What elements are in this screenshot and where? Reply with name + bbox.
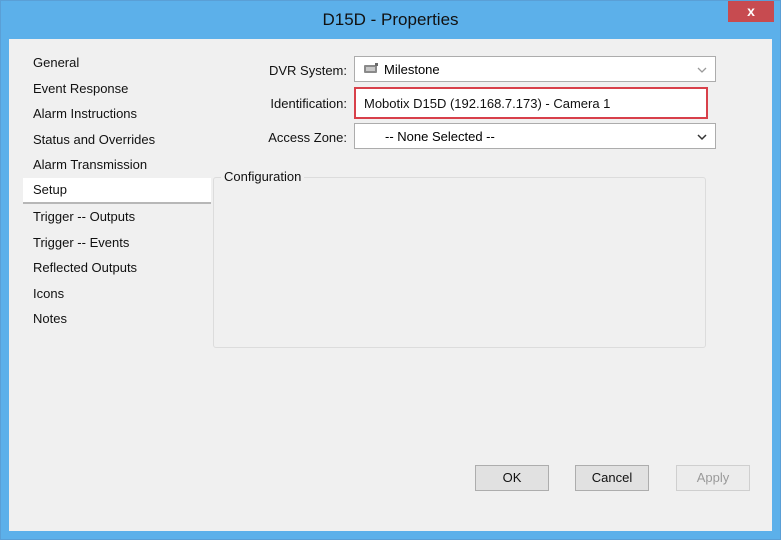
configuration-groupbox (213, 177, 706, 348)
ok-button[interactable]: OK (475, 465, 549, 491)
sidebar-item-alarm-transmission[interactable]: Alarm Transmission (23, 152, 211, 178)
sidebar-item-alarm-instructions[interactable]: Alarm Instructions (23, 101, 211, 127)
sidebar-item-trigger-events[interactable]: Trigger -- Events (23, 230, 211, 256)
sidebar: General Event Response Alarm Instruction… (23, 50, 211, 332)
dvr-system-value: Milestone (384, 62, 440, 77)
identification-label: Identification: (270, 96, 347, 111)
identification-field-highlight (354, 87, 708, 119)
dvr-system-label: DVR System: (268, 63, 347, 78)
window-title: D15D - Properties (322, 10, 459, 29)
chevron-down-icon (697, 130, 707, 141)
dvr-device-icon (363, 63, 379, 75)
sidebar-item-setup[interactable]: Setup (23, 177, 211, 204)
apply-button[interactable]: Apply (676, 465, 750, 491)
access-zone-value: -- None Selected -- (385, 129, 495, 144)
access-zone-label: Access Zone: (268, 130, 347, 145)
close-icon: x (747, 3, 755, 19)
sidebar-item-event-response[interactable]: Event Response (23, 76, 211, 102)
chevron-down-icon (697, 63, 707, 73)
properties-dialog: D15D - Properties x General Event Respon… (0, 0, 781, 540)
sidebar-item-icons[interactable]: Icons (23, 281, 211, 307)
cancel-button[interactable]: Cancel (575, 465, 649, 491)
sidebar-item-status-overrides[interactable]: Status and Overrides (23, 127, 211, 153)
access-zone-select[interactable]: -- None Selected -- (354, 123, 716, 149)
configuration-label: Configuration (221, 169, 305, 184)
sidebar-item-trigger-outputs[interactable]: Trigger -- Outputs (23, 204, 211, 230)
sidebar-item-general[interactable]: General (23, 50, 211, 76)
sidebar-item-reflected-outputs[interactable]: Reflected Outputs (23, 255, 211, 281)
close-button[interactable]: x (728, 1, 774, 22)
dvr-system-select[interactable]: Milestone (354, 56, 716, 82)
identification-input[interactable] (360, 92, 708, 114)
sidebar-item-notes[interactable]: Notes (23, 306, 211, 332)
title-bar[interactable]: D15D - Properties x (1, 1, 780, 39)
dialog-body: General Event Response Alarm Instruction… (9, 39, 772, 531)
